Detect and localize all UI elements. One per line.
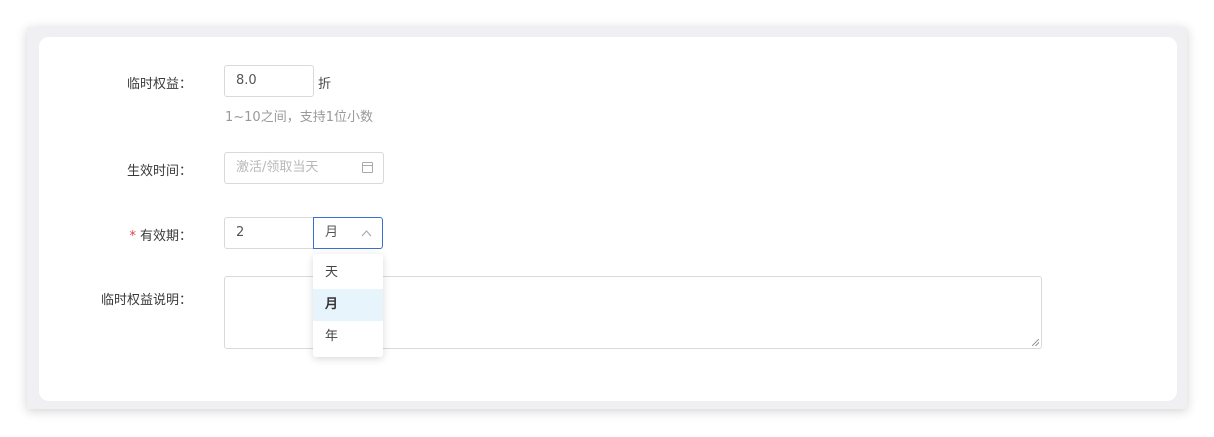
option-year[interactable]: 年 (313, 321, 383, 353)
option-day[interactable]: 天 (313, 257, 383, 289)
required-mark: * (129, 229, 136, 244)
validity-unit-select[interactable]: 月 (313, 217, 383, 249)
resize-handle-icon[interactable] (1032, 339, 1039, 346)
temp-benefit-hint: 1~10之间，支持1位小数 (225, 110, 373, 125)
effective-time-placeholder: 激活/领取当天 (236, 160, 319, 175)
validity-unit-dropdown: 天 月 年 (313, 254, 383, 357)
effective-time-label: 生效时间： (126, 164, 192, 179)
effective-time-picker[interactable]: 激活/领取当天 (224, 152, 384, 184)
description-label: 临时权益说明： (100, 293, 192, 308)
calendar-icon[interactable] (362, 162, 373, 173)
temp-benefit-unit: 折 (318, 77, 332, 92)
validity-label: * 有效期： (0, 225, 192, 244)
option-month[interactable]: 月 (313, 289, 383, 321)
validity-number-input[interactable]: 2 (224, 217, 315, 249)
temp-benefit-label: 临时权益： (126, 77, 192, 92)
validity-label-text: 有效期： (139, 229, 192, 244)
validity-unit-value: 月 (325, 225, 339, 240)
temp-benefit-input[interactable]: 8.0 (224, 65, 314, 97)
